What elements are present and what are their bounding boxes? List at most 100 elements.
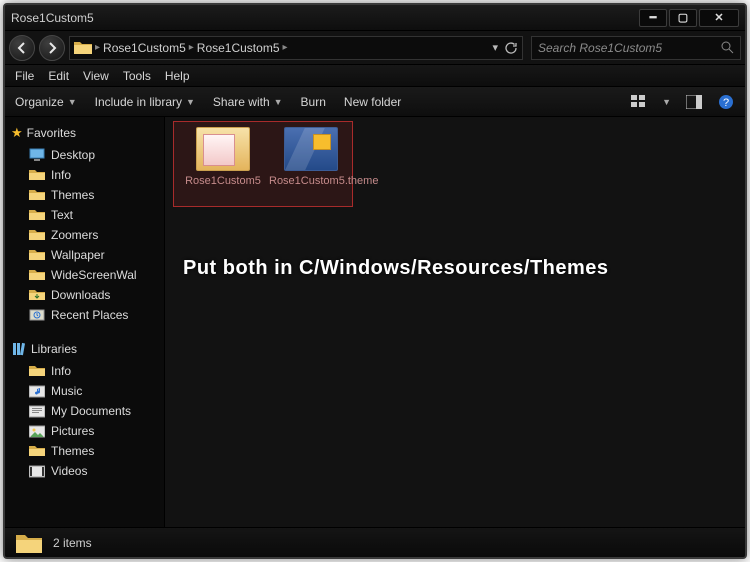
folder-icon: [29, 248, 45, 262]
sidebar-item-label: Zoomers: [51, 228, 98, 242]
file-label: Rose1Custom5: [181, 175, 265, 188]
sidebar-lib-info[interactable]: Info: [5, 361, 164, 381]
address-bar[interactable]: ▸ Rose1Custom5 ▸ Rose1Custom5 ▸ ▾: [69, 36, 523, 60]
sidebar-item-label: Downloads: [51, 288, 110, 302]
command-toolbar: Organize▼ Include in library▼ Share with…: [5, 87, 745, 117]
menu-view[interactable]: View: [83, 69, 109, 83]
share-with-button[interactable]: Share with▼: [213, 95, 283, 109]
help-button[interactable]: ?: [717, 93, 735, 111]
forward-button[interactable]: [39, 35, 65, 61]
arrow-right-icon: [46, 42, 58, 54]
content-pane[interactable]: Rose1Custom5 Rose1Custom5.theme Put both…: [165, 117, 745, 527]
folder-icon: [29, 208, 45, 222]
sidebar-item-label: Pictures: [51, 424, 94, 438]
file-item-folder[interactable]: Rose1Custom5: [181, 127, 265, 188]
file-item-theme[interactable]: Rose1Custom5.theme: [269, 127, 353, 188]
folder-icon: [29, 188, 45, 202]
libraries-icon: [11, 341, 27, 357]
folder-icon: [74, 40, 92, 56]
folder-icon: [29, 168, 45, 182]
sidebar-fav-zoomers[interactable]: Zoomers: [5, 225, 164, 245]
address-dropdown-icon[interactable]: ▾: [492, 41, 498, 54]
preview-pane-button[interactable]: [685, 93, 703, 111]
search-placeholder: Search Rose1Custom5: [538, 41, 662, 55]
pane-icon: [686, 95, 702, 109]
sidebar-fav-themes[interactable]: Themes: [5, 185, 164, 205]
include-in-library-button[interactable]: Include in library▼: [95, 95, 195, 109]
sidebar-fav-downloads[interactable]: Downloads: [5, 285, 164, 305]
minimize-button[interactable]: ━: [639, 9, 667, 27]
sidebar-lib-videos[interactable]: Videos: [5, 461, 164, 481]
chevron-down-icon: ▼: [274, 97, 283, 107]
new-folder-button[interactable]: New folder: [344, 95, 401, 109]
sidebar-item-label: Text: [51, 208, 73, 222]
sidebar-fav-info[interactable]: Info: [5, 165, 164, 185]
sidebar-lib-themes[interactable]: Themes: [5, 441, 164, 461]
sidebar-item-label: My Documents: [51, 404, 131, 418]
sidebar-item-label: Wallpaper: [51, 248, 105, 262]
folder-icon: [196, 127, 250, 171]
explorer-body: ★ Favorites Desktop Info Themes Text Zoomers…: [5, 117, 745, 527]
folder-icon: [15, 531, 43, 555]
chevron-down-icon: ▼: [186, 97, 195, 107]
sidebar-item-label: Themes: [51, 444, 94, 458]
arrow-left-icon: [16, 42, 28, 54]
sidebar-fav-wallpaper[interactable]: Wallpaper: [5, 245, 164, 265]
back-button[interactable]: [9, 35, 35, 61]
doc-icon: [29, 404, 45, 418]
sidebar-item-label: Themes: [51, 188, 94, 202]
instruction-overlay: Put both in C/Windows/Resources/Themes: [183, 257, 609, 280]
search-input[interactable]: Search Rose1Custom5: [531, 36, 741, 60]
menu-edit[interactable]: Edit: [48, 69, 69, 83]
thumbnails-icon: [631, 95, 647, 109]
folder-icon: [29, 444, 45, 458]
chevron-down-icon: ▼: [68, 97, 77, 107]
sidebar-fav-desktop[interactable]: Desktop: [5, 145, 164, 165]
search-icon: [721, 41, 734, 54]
window-title: Rose1Custom5: [11, 11, 637, 25]
burn-button[interactable]: Burn: [301, 95, 326, 109]
chevron-down-icon[interactable]: ▼: [662, 97, 671, 107]
item-count: 2 items: [53, 536, 92, 550]
menu-file[interactable]: File: [15, 69, 34, 83]
menu-bar: File Edit View Tools Help: [5, 65, 745, 87]
sidebar-lib-music[interactable]: Music: [5, 381, 164, 401]
pic-icon: [29, 424, 45, 438]
titlebar: Rose1Custom5 ━ ▢ ✕: [5, 5, 745, 31]
folder-icon: [29, 364, 45, 378]
navigation-bar: ▸ Rose1Custom5 ▸ Rose1Custom5 ▸ ▾ Search…: [5, 31, 745, 65]
svg-text:?: ?: [723, 97, 729, 109]
sidebar-item-label: Videos: [51, 464, 87, 478]
breadcrumb-segment[interactable]: Rose1Custom5: [103, 41, 186, 55]
refresh-icon[interactable]: [504, 41, 518, 55]
maximize-button[interactable]: ▢: [669, 9, 697, 27]
recent-icon: [29, 308, 45, 322]
folder-icon: [29, 228, 45, 242]
breadcrumb-segment[interactable]: Rose1Custom5: [197, 41, 280, 55]
sidebar-item-label: Info: [51, 168, 71, 182]
breadcrumb-separator-icon: ▸: [95, 42, 100, 53]
sidebar-fav-recent-places[interactable]: Recent Places: [5, 305, 164, 325]
view-mode-button[interactable]: [630, 93, 648, 111]
breadcrumb-separator-icon: ▸: [283, 42, 288, 53]
sidebar-lib-my-documents[interactable]: My Documents: [5, 401, 164, 421]
sidebar-item-label: Recent Places: [51, 308, 128, 322]
file-label: Rose1Custom5.theme: [269, 175, 353, 188]
breadcrumb-separator-icon: ▸: [189, 42, 194, 53]
download-icon: [29, 288, 45, 302]
sidebar-lib-pictures[interactable]: Pictures: [5, 421, 164, 441]
sidebar-fav-text[interactable]: Text: [5, 205, 164, 225]
favorites-header[interactable]: ★ Favorites: [5, 121, 164, 145]
libraries-header[interactable]: Libraries: [5, 337, 164, 361]
close-button[interactable]: ✕: [699, 9, 739, 27]
sidebar-item-label: Music: [51, 384, 82, 398]
organize-button[interactable]: Organize▼: [15, 95, 77, 109]
menu-help[interactable]: Help: [165, 69, 190, 83]
menu-tools[interactable]: Tools: [123, 69, 151, 83]
sidebar-item-label: Info: [51, 364, 71, 378]
theme-file-icon: [284, 127, 338, 171]
navigation-pane: ★ Favorites Desktop Info Themes Text Zoomers…: [5, 117, 165, 527]
status-bar: 2 items: [5, 527, 745, 557]
explorer-window: Rose1Custom5 ━ ▢ ✕ ▸ Rose1Custom5 ▸ Rose…: [3, 3, 747, 559]
sidebar-fav-widescreenwal[interactable]: WideScreenWal: [5, 265, 164, 285]
